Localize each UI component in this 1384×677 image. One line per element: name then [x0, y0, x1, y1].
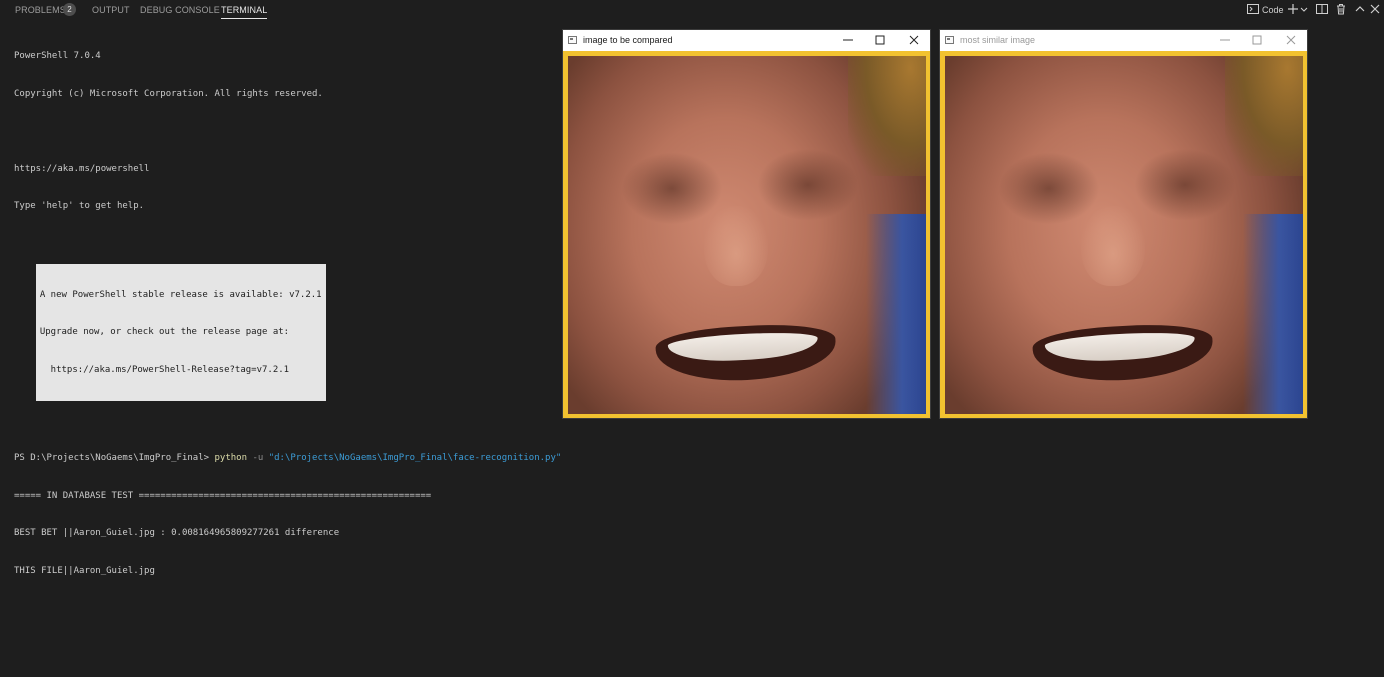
command-line: PS D:\Projects\NoGaems\ImgPro_Final> pyt… [14, 452, 561, 465]
window-title: most similar image [960, 35, 1036, 45]
close-window-button[interactable] [899, 30, 929, 51]
face-image [945, 56, 1303, 414]
minimize-button[interactable] [1210, 30, 1240, 51]
maximize-button[interactable] [865, 30, 895, 51]
window-title-bar[interactable]: image to be compared [563, 30, 930, 51]
command-argument: "d:\Projects\NoGaems\ImgPro_Final\face-r… [268, 453, 562, 463]
notice-line: https://aka.ms/PowerShell-Release?tag=v7… [39, 364, 290, 375]
minimize-button[interactable] [833, 30, 863, 51]
maximize-button[interactable] [1242, 30, 1272, 51]
terminal-line: ===== IN DATABASE TEST =================… [14, 490, 432, 501]
plus-icon[interactable] [1287, 3, 1300, 16]
image-window-compared[interactable]: image to be compared [562, 29, 931, 419]
tab-terminal-label: TERMINAL [221, 5, 268, 15]
tab-debug-console-label: DEBUG CONSOLE [140, 5, 220, 15]
panel-tab-bar: PROBLEMS 2 OUTPUT DEBUG CONSOLE TERMINAL… [0, 0, 1384, 20]
terminal-line: Copyright (c) Microsoft Corporation. All… [14, 88, 323, 99]
trash-icon[interactable] [1335, 3, 1348, 16]
app-icon [945, 36, 954, 44]
terminal-line: PowerShell 7.0.4 [14, 51, 101, 61]
update-notice: A new PowerShell stable release is avail… [35, 263, 326, 401]
tab-output-label: OUTPUT [92, 5, 130, 15]
terminal-line: THIS FILE||Aaron_Guiel.jpg [14, 565, 155, 576]
window-title: image to be compared [583, 35, 673, 45]
tab-terminal[interactable]: TERMINAL [221, 0, 268, 20]
prompt: PS D:\Projects\NoGaems\ImgPro_Final> [14, 453, 210, 463]
window-title-bar[interactable]: most similar image [940, 30, 1307, 51]
split-icon[interactable] [1316, 3, 1329, 16]
tab-problems-label: PROBLEMS [15, 5, 66, 15]
notice-line: Upgrade now, or check out the release pa… [39, 327, 290, 337]
close-window-button[interactable] [1276, 30, 1306, 51]
image-frame [563, 51, 930, 418]
terminal-line: BEST BET ||Aaron_Guiel.jpg : 0.008164965… [14, 528, 340, 538]
command-name: python [214, 453, 248, 463]
app-icon [568, 36, 577, 44]
terminal-output[interactable]: PowerShell 7.0.4 Copyright (c) Microsoft… [14, 25, 561, 590]
tab-output[interactable]: OUTPUT [92, 0, 130, 20]
tab-problems[interactable]: PROBLEMS [15, 0, 66, 20]
image-frame [940, 51, 1307, 418]
problems-count-badge: 2 [63, 3, 76, 16]
notice-line: A new PowerShell stable release is avail… [39, 289, 322, 300]
command-flag: -u [252, 453, 264, 463]
chevron-down-icon[interactable] [1300, 3, 1308, 16]
terminal-profile-label[interactable]: Code [1262, 0, 1284, 20]
terminal-line: Type 'help' to get help. [14, 201, 145, 211]
face-image [568, 56, 926, 414]
close-icon[interactable] [1369, 3, 1382, 16]
terminal-icon[interactable] [1247, 3, 1260, 16]
image-window-similar[interactable]: most similar image [939, 29, 1308, 419]
chevron-up-icon[interactable] [1354, 3, 1367, 16]
terminal-line: https://aka.ms/powershell [14, 163, 150, 174]
tab-debug-console[interactable]: DEBUG CONSOLE [140, 0, 220, 20]
